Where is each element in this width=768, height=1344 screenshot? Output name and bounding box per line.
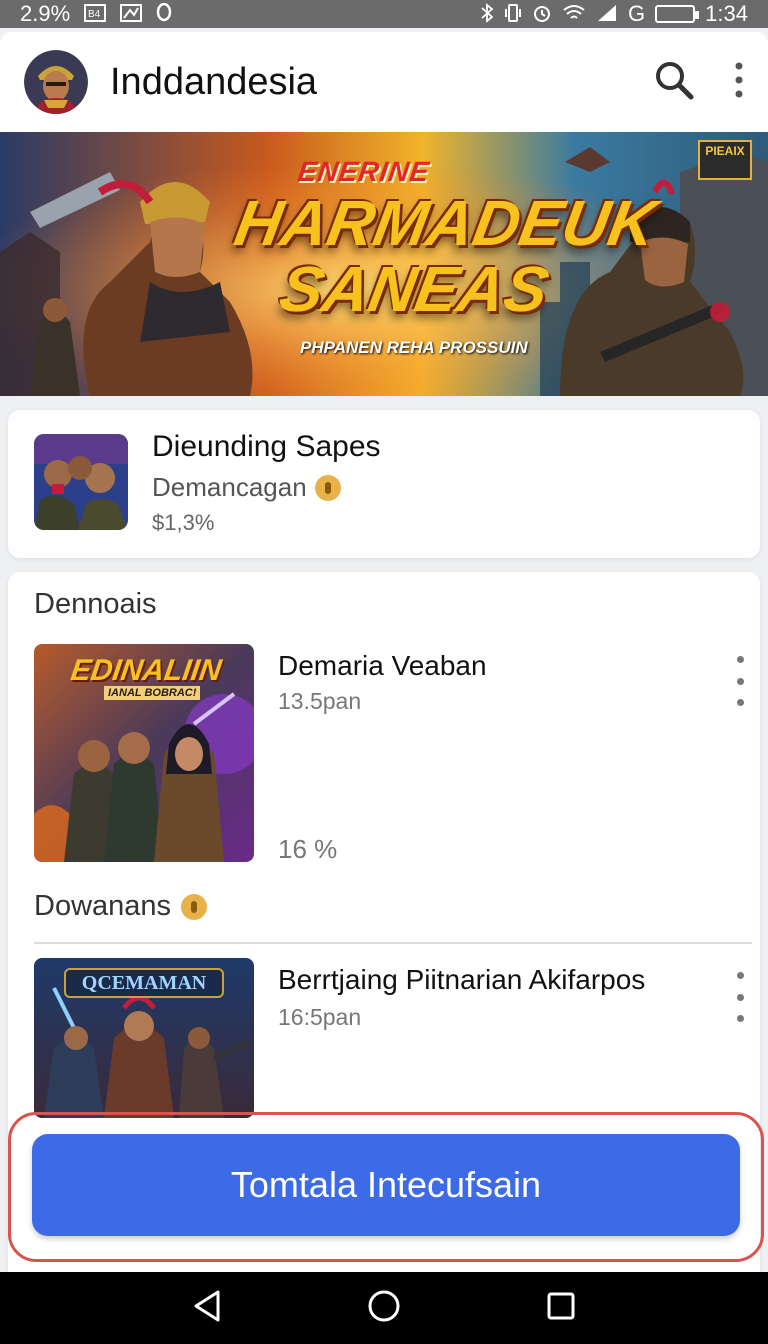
status-bar-left: 2.9% B4 (20, 1, 172, 27)
featured-meta: $1,3% (152, 510, 215, 535)
app-bar-actions (654, 60, 744, 105)
more-vert-icon[interactable] (734, 62, 744, 103)
banner-badge: PIEAIX (698, 140, 752, 180)
app-title: Inddandesia (110, 60, 318, 103)
item-thumbnail-subtitle: IANAL BOBRAC! (104, 686, 201, 700)
avatar[interactable] (24, 50, 88, 114)
home-icon[interactable] (367, 1289, 401, 1328)
banner-title-line2: SANEAS (274, 253, 554, 325)
item-thumbnail-title: QCEMAMAN (64, 968, 224, 998)
item-thumbnail[interactable]: EDINALIIN IANAL BOBRAC! (34, 644, 254, 862)
banner-subtitle: PHPANEN REHA PROSSUIN (300, 338, 528, 357)
section-title-dennoais: Dennoais (34, 588, 157, 620)
vibrate-icon (504, 3, 522, 26)
featured-card[interactable]: Dieunding Sapes Demancagan $1,3% (8, 410, 760, 558)
b4-icon: B4 (84, 3, 107, 25)
item-title[interactable]: Berrtjaing Piitnarian Akifarpos (278, 964, 645, 996)
primary-action-button[interactable]: Tomtala Intecufsain (32, 1134, 740, 1236)
section-title-dowanans: Dowanans (34, 890, 208, 923)
network-label: G (628, 1, 646, 26)
status-bar: 2.9% B4 G 1:34 (0, 0, 768, 28)
item-more-icon[interactable] (734, 972, 746, 1022)
location-icon (156, 2, 172, 26)
signal-icon (596, 4, 618, 25)
item-meta: 13.5pan (278, 688, 362, 714)
recents-icon[interactable] (546, 1291, 576, 1326)
item-thumbnail-title: EDINALIIN (68, 654, 224, 687)
navigation-bar (0, 1272, 768, 1344)
screen: 2.9% B4 G 1:34 Inddandesia ENERINE HARMA… (0, 0, 768, 1344)
svg-text:B4: B4 (88, 9, 101, 20)
alarm-icon (532, 3, 552, 26)
item-more-icon[interactable] (734, 656, 746, 706)
status-time: 1:34 (705, 1, 748, 26)
back-icon[interactable] (192, 1289, 222, 1328)
item-thumbnail[interactable]: QCEMAMAN (34, 958, 254, 1118)
battery-icon (655, 5, 700, 23)
promo-banner[interactable]: ENERINE HARMADEUK SANEAS PHPANEN REHA PR… (0, 132, 768, 396)
featured-thumbnail (34, 434, 128, 530)
featured-subtitle: Demancagan (152, 472, 307, 502)
status-bar-right: G 1:34 (480, 1, 748, 27)
banner-top-label: ENERINE (295, 156, 432, 187)
image-icon (120, 3, 143, 25)
banner-title: HARMADEUK SANEAS (218, 187, 662, 325)
coin-icon (314, 474, 341, 501)
battery-percent: 2.9% (20, 1, 71, 26)
coin-icon (181, 893, 208, 920)
featured-title: Dieunding Sapes (152, 430, 381, 463)
item-rating: 16 % (278, 834, 338, 864)
section-divider (34, 942, 752, 944)
wifi-icon (562, 4, 586, 25)
item-meta: 16:5pan (278, 1004, 362, 1030)
featured-subtitle-row: Demancagan (152, 472, 341, 503)
search-icon[interactable] (654, 60, 694, 105)
app-bar: Inddandesia (0, 32, 768, 132)
bluetooth-icon (480, 2, 494, 26)
banner-title-line1: HARMADEUK (229, 187, 662, 259)
section-title-text: Dowanans (34, 890, 172, 922)
item-title[interactable]: Demaria Veaban (278, 650, 487, 682)
